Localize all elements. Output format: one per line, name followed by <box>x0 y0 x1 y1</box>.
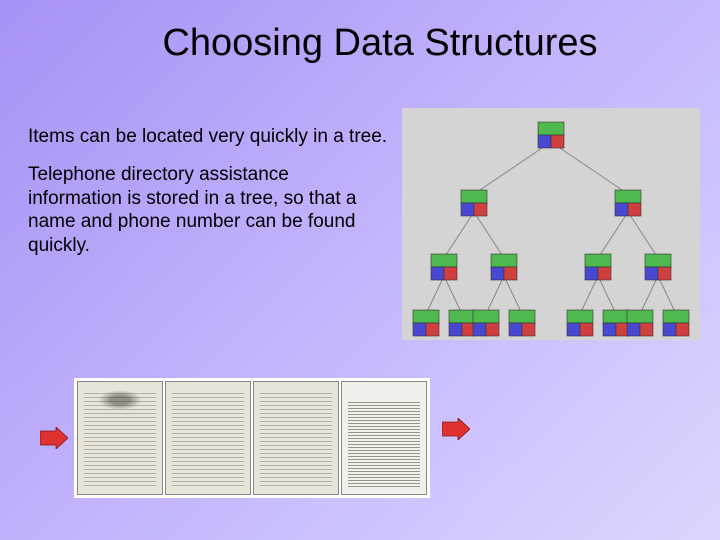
paragraph-2: Telephone directory assistance informati… <box>28 163 388 258</box>
document-thumb-1 <box>77 381 163 495</box>
tree-nodes <box>413 122 689 336</box>
tree-edges <box>426 142 676 314</box>
arrow-right-icon <box>442 418 470 440</box>
document-thumb-3 <box>253 381 339 495</box>
document-thumb-2 <box>165 381 251 495</box>
arrow-left-icon <box>40 427 68 449</box>
documents-row <box>40 378 430 498</box>
body-text-block: Items can be located very quickly in a t… <box>28 125 388 272</box>
slide-title: Choosing Data Structures <box>0 0 720 65</box>
document-thumb-4 <box>341 381 427 495</box>
tree-svg <box>402 108 700 340</box>
tree-diagram <box>402 108 700 340</box>
paragraph-1: Items can be located very quickly in a t… <box>28 125 388 149</box>
document-thumbnails <box>74 378 430 498</box>
